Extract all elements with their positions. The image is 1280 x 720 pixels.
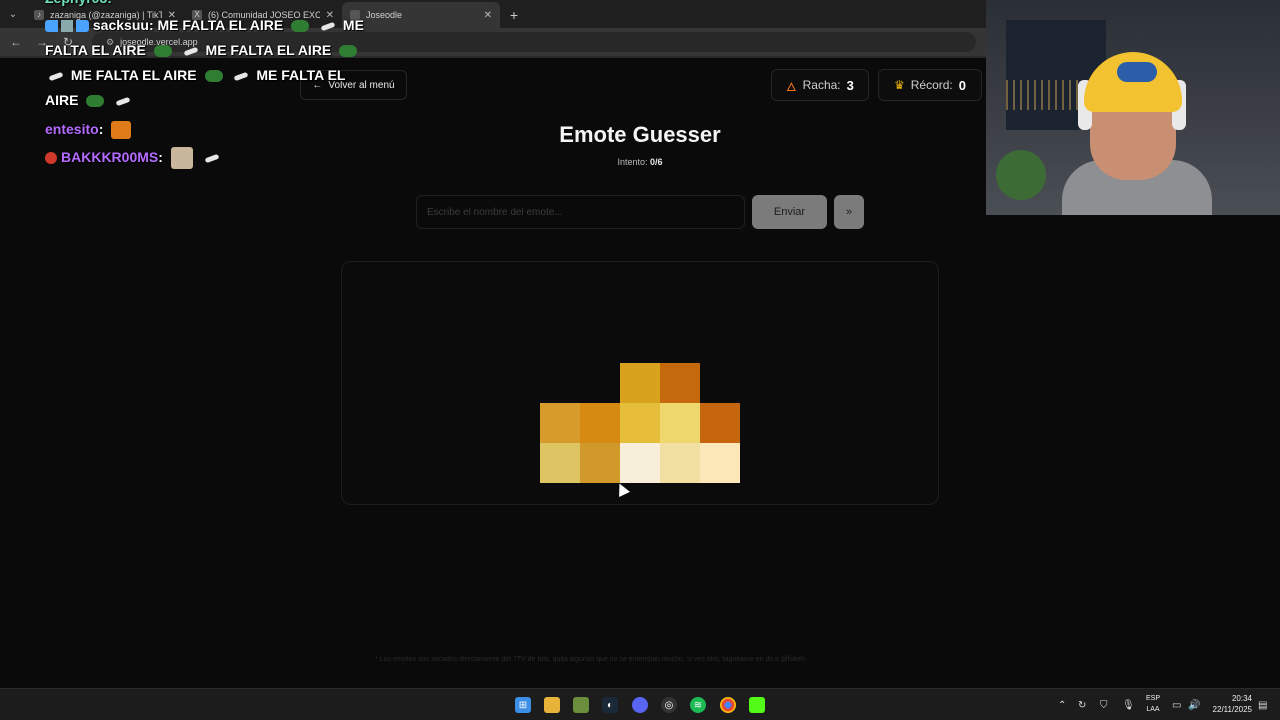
minecraft-icon[interactable] [573, 697, 589, 713]
chat-text: AIRE [45, 92, 79, 108]
obs-icon[interactable]: ◎ [661, 697, 677, 713]
emote-pixel [660, 443, 700, 483]
wing-emote-icon [204, 153, 220, 164]
chevron-up-icon[interactable]: ⌃ [1058, 689, 1066, 720]
attempt-label: Intento: [617, 157, 648, 167]
chat-message: entesito: [45, 117, 135, 142]
emote-pixel [660, 403, 700, 443]
back-arrow-icon[interactable]: ← [8, 35, 24, 49]
tab-title: Joseodle [366, 10, 403, 20]
chat-text: ME FALTA EL AIRE [70, 67, 197, 83]
language-indicator[interactable]: ESP LAA [1142, 693, 1164, 715]
volume-icon[interactable]: 🔊 [1188, 689, 1200, 720]
windows-start-icon[interactable]: ⊞ [515, 697, 531, 713]
chat-message: FALTA EL AIRE ME FALTA EL AIRE [45, 38, 361, 63]
shield-icon[interactable]: ⛉ [1100, 689, 1108, 720]
chat-user: BAKKKR00MS [61, 149, 159, 165]
record-value: 0 [958, 77, 967, 93]
fire-emote-icon [111, 121, 132, 140]
emote-pixel [620, 363, 660, 403]
cat-emote-icon [170, 147, 193, 170]
attempt-value: 0/6 [650, 157, 663, 167]
emote-preview-panel [341, 261, 939, 505]
chat-message: ME FALTA EL AIRE ME FALTA EL [45, 63, 346, 88]
wing-emote-icon [320, 21, 336, 32]
flame-icon: 🜂 [786, 79, 797, 94]
file-explorer-icon[interactable] [544, 697, 560, 713]
emote-pixel [540, 443, 580, 483]
taskbar: ⊞ ◐ ◎ ≋ ⌃ ↻ ⛉ 🎙 ESP LAA ▭ 🔊 20:34 22/11/… [0, 688, 1280, 720]
chat-text: ME FALTA EL [256, 67, 346, 83]
streak-label: Racha: [802, 78, 841, 92]
spotify-icon[interactable]: ≋ [690, 697, 706, 713]
emote-pixel [580, 443, 620, 483]
notification-icon[interactable]: ▤ [1258, 689, 1267, 720]
attempt-counter: Intento: 0/6 [540, 157, 740, 167]
discord-icon[interactable] [632, 697, 648, 713]
chat-user: entesito [45, 121, 99, 137]
badge-icons [45, 20, 89, 33]
frog-emote-icon [204, 70, 223, 83]
sync-icon[interactable]: ↻ [1078, 689, 1086, 720]
frog-emote-icon [153, 45, 172, 58]
webcam-feed [986, 0, 1280, 215]
network-icon[interactable]: ▭ [1172, 689, 1181, 720]
streak-value: 3 [846, 77, 854, 93]
microphone-icon[interactable]: 🎙 [1122, 689, 1135, 720]
emote-pixel [620, 403, 660, 443]
record-label: Récord: [910, 78, 953, 92]
plush-toy [996, 150, 1046, 200]
frog-emote-icon [86, 95, 105, 108]
chat-user: sacksuu [92, 17, 149, 33]
emote-name-input[interactable] [416, 195, 745, 229]
page-title: Emote Guesser [559, 122, 721, 147]
chat-text: ME [342, 17, 364, 33]
wing-emote-icon [48, 71, 64, 82]
tab-joseodle[interactable]: Joseodle ✕ [342, 2, 500, 28]
chat-text: ME FALTA EL AIRE [157, 17, 284, 33]
keyboard-layout: LAA [1146, 706, 1160, 713]
emote-pixel [620, 443, 660, 483]
steam-icon[interactable]: ◐ [602, 697, 618, 713]
wing-emote-icon [183, 46, 199, 57]
footer-note: * Los emotes son sacados directamente de… [375, 656, 805, 663]
clock-date: 22/11/2025 [1212, 705, 1252, 714]
badge-icon [45, 152, 57, 165]
close-icon[interactable]: ✕ [484, 10, 492, 21]
clock[interactable]: 20:34 22/11/2025 [1206, 693, 1252, 715]
kick-icon[interactable] [749, 697, 765, 713]
tab-search-chevron-icon[interactable]: ⌄ [0, 0, 26, 28]
emote-pixel [700, 403, 740, 443]
skip-button[interactable]: » [834, 195, 864, 229]
chat-message: sacksuu: ME FALTA EL AIRE ME [45, 13, 364, 38]
chat-text: FALTA EL AIRE [45, 42, 146, 58]
send-button[interactable]: Enviar [752, 195, 827, 229]
chat-user: Zephyr03: [45, 0, 112, 11]
new-tab-button[interactable]: + [500, 2, 528, 28]
emote-pixel [700, 443, 740, 483]
wing-emote-icon [233, 71, 249, 82]
chat-message: AIRE [45, 88, 134, 113]
frog-emote-icon [339, 45, 358, 58]
chrome-icon[interactable] [720, 697, 736, 713]
frog-emote-icon [291, 20, 310, 33]
record-badge: ♛ Récord: 0 [878, 69, 982, 101]
emote-pixel [660, 363, 700, 403]
clock-time: 20:34 [1231, 694, 1252, 703]
beanie-logo [1117, 62, 1157, 82]
trophy-icon: ♛ [893, 78, 905, 92]
emote-pixel [540, 403, 580, 443]
emote-pixel [580, 403, 620, 443]
chat-text: ME FALTA EL AIRE [205, 42, 332, 58]
wing-emote-icon [115, 96, 131, 107]
tiktok-icon: ♪ [34, 10, 44, 20]
language-code: ESP [1145, 695, 1160, 702]
chat-message: BAKKKR00MS: [45, 145, 223, 170]
streak-badge: 🜂 Racha: 3 [771, 69, 869, 101]
